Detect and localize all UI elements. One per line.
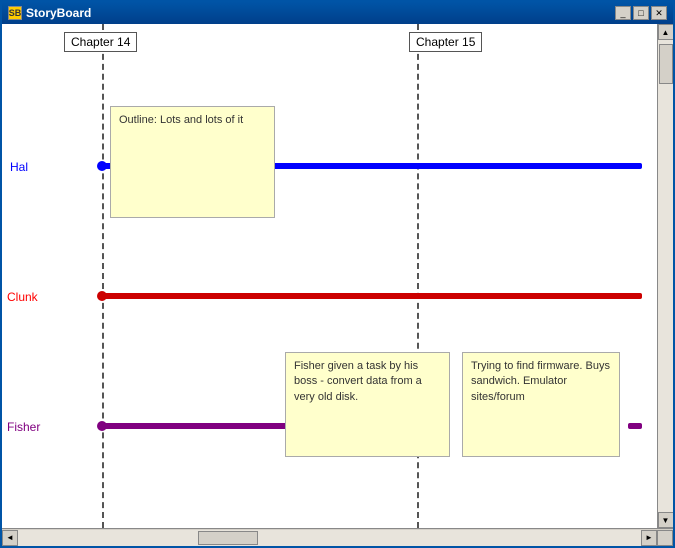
chapter-14-line	[102, 24, 104, 528]
scroll-track-horizontal[interactable]	[18, 530, 641, 546]
hal-label: Hal	[10, 160, 28, 174]
window-content: Chapter 14 Chapter 15 Hal Outline: Lots …	[2, 24, 673, 528]
bottom-bar: ◄ ►	[2, 528, 673, 546]
fisher-story-line-2	[628, 423, 642, 429]
window-controls: _ □ ✕	[615, 6, 667, 20]
scroll-thumb-vertical[interactable]	[659, 44, 673, 84]
minimize-button[interactable]: _	[615, 6, 631, 20]
hal-note-text: Outline: Lots and lots of it	[119, 114, 243, 126]
chapter-14-label: Chapter 14	[71, 35, 130, 49]
window-title: StoryBoard	[26, 6, 91, 20]
scroll-down-button[interactable]: ▼	[658, 512, 674, 528]
title-bar: SB StoryBoard _ □ ✕	[2, 2, 673, 24]
clunk-dot	[97, 291, 107, 301]
hal-sticky-note[interactable]: Outline: Lots and lots of it	[110, 106, 275, 218]
storyboard-canvas: Chapter 14 Chapter 15 Hal Outline: Lots …	[2, 24, 657, 528]
clunk-story-line	[102, 293, 642, 299]
scrollbar-corner	[657, 530, 673, 546]
maximize-button[interactable]: □	[633, 6, 649, 20]
vertical-scrollbar: ▲ ▼	[657, 24, 673, 528]
chapter-15-box: Chapter 15	[409, 32, 482, 52]
scroll-up-button[interactable]: ▲	[658, 24, 674, 40]
fisher-dot-start	[97, 421, 107, 431]
scroll-track-vertical[interactable]	[658, 40, 673, 512]
chapter-14-box: Chapter 14	[64, 32, 137, 52]
fisher-sticky-note-1[interactable]: Fisher given a task by his boss - conver…	[285, 352, 450, 457]
scroll-right-button[interactable]: ►	[641, 530, 657, 546]
title-bar-left: SB StoryBoard	[8, 6, 91, 20]
close-button[interactable]: ✕	[651, 6, 667, 20]
fisher-note-1-text: Fisher given a task by his boss - conver…	[294, 360, 422, 403]
clunk-label: Clunk	[7, 290, 38, 304]
scroll-thumb-horizontal[interactable]	[198, 531, 258, 545]
fisher-sticky-note-2[interactable]: Trying to find firmware. Buys sandwich. …	[462, 352, 620, 457]
fisher-note-2-text: Trying to find firmware. Buys sandwich. …	[471, 360, 610, 403]
scroll-left-button[interactable]: ◄	[2, 530, 18, 546]
app-icon: SB	[8, 6, 22, 20]
fisher-label: Fisher	[7, 420, 40, 434]
hal-dot	[97, 161, 107, 171]
horizontal-scrollbar: ◄ ►	[2, 530, 657, 546]
main-window: SB StoryBoard _ □ ✕ Chapter 14	[0, 0, 675, 548]
chapter-15-label: Chapter 15	[416, 35, 475, 49]
canvas-area: Chapter 14 Chapter 15 Hal Outline: Lots …	[2, 24, 657, 528]
